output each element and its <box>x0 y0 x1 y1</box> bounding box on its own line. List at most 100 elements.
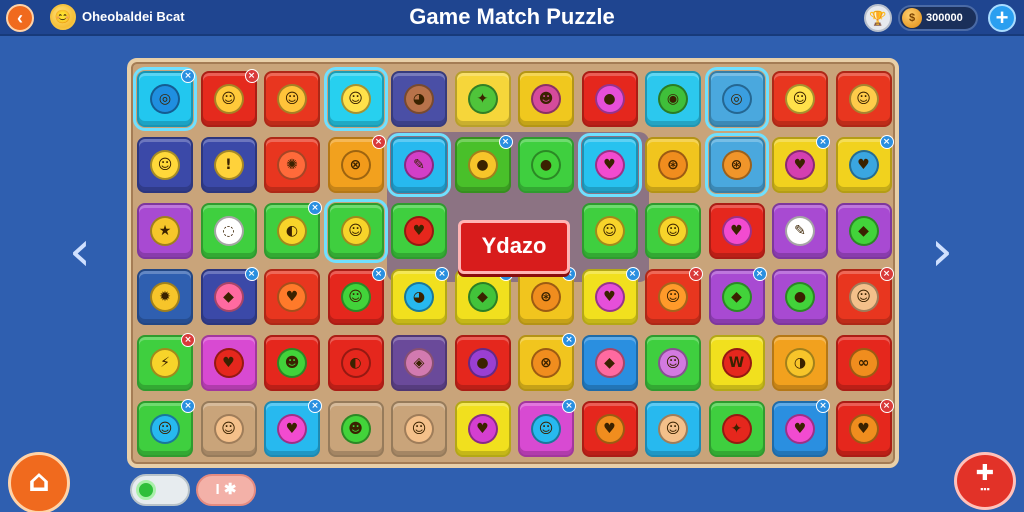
game-tile[interactable]: ♥ <box>581 401 638 457</box>
tile-piece-icon: ✺ <box>277 150 307 180</box>
game-tile[interactable]: ◉ <box>645 71 701 127</box>
game-tile[interactable]: ✦ <box>708 401 765 457</box>
tile-piece-icon: ☺ <box>531 414 561 444</box>
game-tile[interactable]: ◈ <box>391 335 447 391</box>
tile-piece-icon: ● <box>785 282 815 312</box>
game-tile[interactable]: ☺ × <box>518 399 576 457</box>
game-tile[interactable]: ☺ × <box>327 267 386 325</box>
game-tile[interactable]: ◆ × <box>454 267 513 325</box>
tile-piece-icon: ◆ <box>594 348 625 378</box>
tile-badge-icon: × <box>435 267 449 281</box>
game-tile[interactable]: ⊛ × <box>518 267 576 325</box>
game-tile[interactable]: ☺ × <box>835 267 894 325</box>
game-tile[interactable]: ☺ × <box>137 399 195 457</box>
game-tile[interactable]: ⊗ × <box>327 135 386 193</box>
game-tile[interactable]: ◎ <box>704 67 769 131</box>
game-tile[interactable]: ♥ <box>391 203 447 259</box>
game-tile[interactable]: ● × <box>454 135 513 193</box>
next-page-arrow-icon[interactable]: › <box>924 222 960 282</box>
game-tile[interactable]: ☺ <box>200 401 257 457</box>
tile-piece-icon: ◐ <box>277 216 307 246</box>
tile-piece-icon: ☺ <box>277 84 307 114</box>
game-tile[interactable]: ✎ <box>772 203 828 259</box>
add-coins-button[interactable]: + <box>988 4 1016 32</box>
game-tile[interactable]: ♥ <box>264 269 320 325</box>
tile-piece-icon: ✎ <box>404 150 434 180</box>
game-tile[interactable]: ♥ × <box>772 135 830 193</box>
game-tile[interactable]: ☺ <box>772 71 828 127</box>
game-tile[interactable]: ♥ × <box>835 399 894 457</box>
menu-icon: ✚ <box>975 461 995 486</box>
coin-value: 300000 <box>926 12 963 24</box>
game-tile[interactable]: ☺ <box>835 71 892 127</box>
game-tile[interactable]: ☺ × <box>645 267 703 325</box>
tile-piece-icon: ☺ <box>404 414 434 444</box>
game-tile[interactable]: ⚡ × <box>137 333 195 391</box>
game-tile[interactable]: ● <box>772 269 828 325</box>
tile-badge-icon: × <box>752 267 767 281</box>
game-tile[interactable]: ✦ <box>454 71 511 127</box>
prev-page-arrow-icon[interactable]: ‹ <box>62 222 98 282</box>
menu-button[interactable]: ✚ ▪▪▪ <box>954 452 1016 510</box>
game-tile[interactable]: ☺ <box>645 335 701 391</box>
game-tile[interactable]: ★ <box>137 203 193 259</box>
game-tile[interactable]: ☻ <box>518 71 574 127</box>
tile-badge-icon: × <box>181 399 195 413</box>
game-tile[interactable]: ◆ × <box>200 267 259 325</box>
game-tile[interactable]: ✺ <box>264 137 320 193</box>
game-tile[interactable]: ◕ <box>391 71 447 127</box>
tile-badge-icon: × <box>308 399 322 413</box>
game-tile[interactable]: ♥ × <box>264 399 322 457</box>
tile-piece-icon: ☻ <box>340 414 371 444</box>
tile-piece-icon: ☺ <box>150 414 180 444</box>
game-tile[interactable]: ☺ <box>323 67 388 131</box>
game-tile[interactable]: ◎ × <box>133 67 197 131</box>
game-tile[interactable]: ☺ <box>391 401 447 457</box>
game-tile[interactable]: ☺ <box>323 199 388 263</box>
game-tile[interactable]: W <box>708 335 765 391</box>
game-tile[interactable]: ♥ × <box>581 267 640 325</box>
tile-piece-icon: ✹ <box>150 282 180 312</box>
game-tile[interactable]: ⊛ <box>645 137 701 193</box>
tile-badge-icon: × <box>498 135 513 149</box>
game-tile[interactable]: ∞ <box>835 335 892 391</box>
game-tile[interactable]: ☺ <box>137 137 193 193</box>
tile-badge-icon: × <box>879 267 894 281</box>
game-tile[interactable]: ◆ × <box>708 267 767 325</box>
game-tile[interactable]: ◕ × <box>391 267 449 325</box>
sound-toggle[interactable] <box>130 474 190 506</box>
game-tile[interactable]: ◑ <box>772 335 828 391</box>
game-tile[interactable]: ⊗ × <box>518 333 576 391</box>
home-button[interactable]: ⌂ <box>8 452 70 512</box>
game-tile[interactable]: ♥ <box>708 203 765 259</box>
game-tile[interactable]: ♥ <box>454 401 511 457</box>
game-tile[interactable]: ♥ <box>200 335 257 391</box>
game-tile[interactable]: ☻ <box>264 335 320 391</box>
game-tile[interactable]: ☺ <box>264 71 320 127</box>
game-tile[interactable]: ✎ <box>387 133 451 197</box>
game-tile[interactable]: ● <box>581 71 638 127</box>
tile-badge-icon: × <box>562 399 576 413</box>
game-tile[interactable]: ◐ × <box>264 201 322 259</box>
tile-piece-icon: ♥ <box>467 414 498 444</box>
hint-button[interactable]: I ✱ <box>196 474 256 506</box>
game-tile[interactable]: ✹ <box>137 269 193 325</box>
game-tile[interactable]: ♥ × <box>835 135 894 193</box>
tile-piece-icon: ♥ <box>848 414 879 444</box>
game-tile[interactable]: ◆ <box>581 335 638 391</box>
game-tile[interactable]: ☻ <box>327 401 384 457</box>
game-tile[interactable]: ☺ <box>645 401 701 457</box>
trophy-icon[interactable]: 🏆 <box>864 4 892 32</box>
game-tile[interactable]: ⊛ <box>704 133 769 197</box>
game-tile[interactable]: ☺ <box>581 203 638 259</box>
game-tile[interactable]: ● <box>518 137 574 193</box>
game-tile[interactable]: ◐ <box>327 335 384 391</box>
game-tile[interactable]: ◌ <box>200 203 257 259</box>
game-tile[interactable]: ! <box>200 137 257 193</box>
game-tile[interactable]: ♥ × <box>772 399 830 457</box>
game-tile[interactable]: ◆ <box>835 203 892 259</box>
game-tile[interactable]: ♥ <box>577 133 642 197</box>
game-tile[interactable]: ☺ <box>645 203 701 259</box>
game-tile[interactable]: ● <box>454 335 511 391</box>
game-tile[interactable]: ☺ × <box>200 69 259 127</box>
